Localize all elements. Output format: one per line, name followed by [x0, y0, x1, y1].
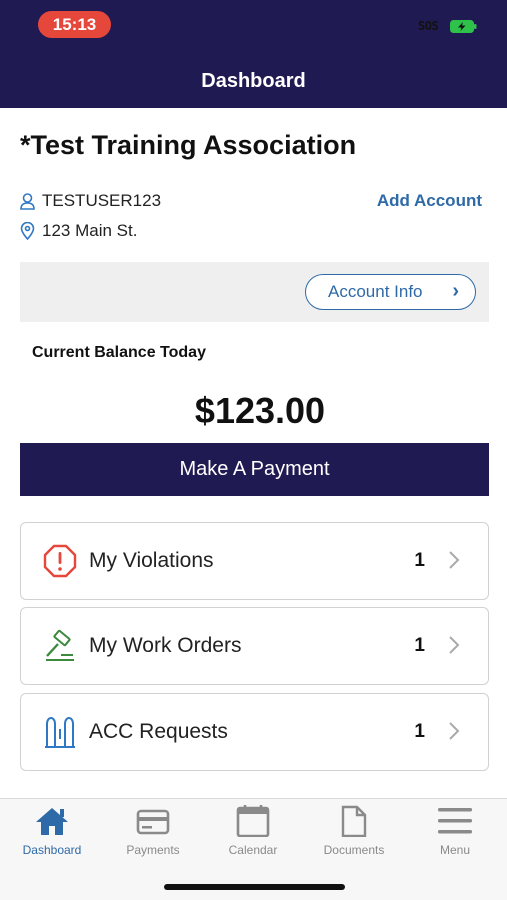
work-orders-card[interactable]: My Work Orders 1 [20, 607, 489, 685]
battery-icon [450, 20, 477, 33]
credit-card-icon [136, 809, 170, 835]
tab-calendar[interactable]: Calendar [203, 805, 303, 867]
status-bar: 15:13 SOS [0, 0, 507, 56]
account-info-label: Account Info [328, 282, 423, 301]
hamburger-menu-icon [438, 808, 472, 834]
stop-alert-icon [43, 544, 77, 578]
chevron-right-icon [449, 636, 460, 654]
card-label: ACC Requests [89, 720, 228, 743]
chevron-right-icon [449, 551, 460, 569]
status-time: 15:13 [38, 11, 111, 38]
chevron-right-icon: › [452, 280, 459, 302]
tab-dashboard[interactable]: Dashboard [2, 805, 102, 867]
location-pin-icon [20, 222, 35, 240]
user-icon [20, 192, 35, 210]
hammer-icon [46, 629, 74, 661]
card-count: 1 [414, 550, 425, 571]
balance-amount: $123.00 [194, 390, 326, 431]
tab-payments[interactable]: Payments [103, 805, 203, 867]
tab-menu[interactable]: Menu [405, 805, 505, 867]
address-text: 123 Main St. [42, 221, 138, 240]
home-icon [36, 808, 68, 835]
door-icon [45, 716, 75, 748]
nav-bar: Dashboard [0, 56, 507, 108]
document-icon [341, 805, 367, 837]
balance-label: Current Balance Today [32, 344, 206, 361]
card-count: 1 [414, 635, 425, 656]
make-payment-button[interactable]: Make A Payment [20, 443, 489, 496]
username-row: TESTUSER123 [20, 190, 161, 212]
card-count: 1 [414, 721, 425, 742]
tab-label: Documents [323, 843, 385, 857]
username-text: TESTUSER123 [42, 191, 162, 210]
carrier-text: SOS [418, 19, 439, 33]
card-label: My Work Orders [89, 634, 242, 657]
page-title: Dashboard [201, 70, 306, 92]
tab-label: Dashboard [22, 843, 82, 857]
tab-label: Menu [439, 843, 471, 857]
card-label: My Violations [89, 549, 214, 572]
add-account-link[interactable]: Add Account [377, 191, 482, 211]
acc-requests-card[interactable]: ACC Requests 1 [20, 693, 489, 771]
home-indicator[interactable] [164, 884, 345, 890]
association-name: *Test Training Association [20, 130, 357, 160]
account-info-strip: Account Info › [20, 262, 489, 322]
address-row: 123 Main St. [20, 220, 137, 242]
violations-card[interactable]: My Violations 1 [20, 522, 489, 600]
account-info-button[interactable]: Account Info › [305, 274, 476, 310]
calendar-icon [236, 805, 270, 837]
tab-label: Payments [126, 843, 180, 857]
tab-documents[interactable]: Documents [304, 805, 404, 867]
chevron-right-icon [449, 722, 460, 740]
tab-label: Calendar [228, 843, 278, 857]
